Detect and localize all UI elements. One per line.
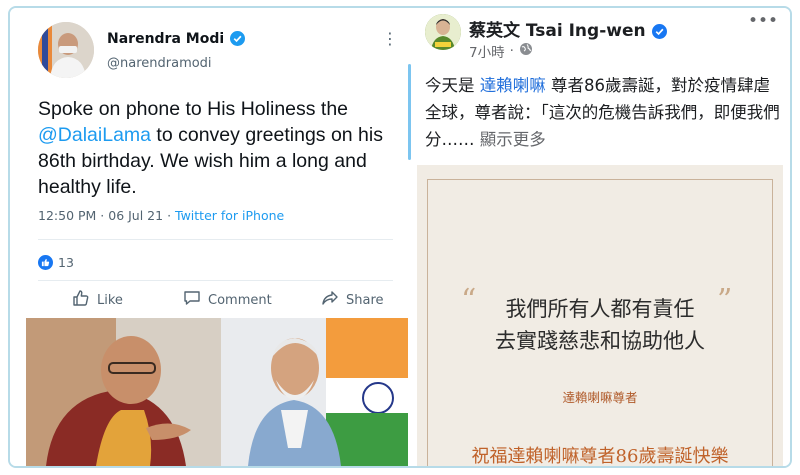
quote-author: 達賴喇嘛尊者 (562, 390, 638, 405)
post-image-card[interactable]: “ ” 我們所有人都有責任 去實踐慈悲和協助他人 達賴喇嘛尊者 祝福達賴喇嘛尊者… (417, 165, 783, 466)
see-more-link[interactable]: 顯示更多 (475, 130, 546, 149)
comment-label: Comment (208, 292, 272, 308)
like-label: Like (97, 292, 123, 308)
birthday-greeting: 祝福達賴喇嘛尊者86歲壽誕快樂 (471, 446, 729, 467)
tweet-timestamp[interactable]: 12:50 PM · 06 Jul 21 (38, 208, 163, 223)
like-count-value: 13 (58, 255, 74, 270)
tweet-photo[interactable] (26, 318, 408, 466)
tweet-meta: 12:50 PM · 06 Jul 21 · Twitter for iPhon… (38, 208, 284, 223)
tweet-source[interactable]: Twitter for iPhone (175, 208, 284, 223)
thumbs-up-outline-icon (72, 289, 90, 311)
more-options-icon[interactable]: ••• (748, 11, 778, 31)
tweet-text-start: Spoke on phone to His Holiness the (38, 98, 349, 120)
post-text-start: 今天是 (425, 76, 480, 95)
globe-icon[interactable] (519, 42, 533, 60)
comment-button[interactable]: Comment (183, 289, 272, 311)
post-author-name[interactable]: 蔡英文 Tsai Ing-wen (469, 16, 667, 44)
thumbs-up-icon (38, 255, 53, 270)
tweet-author-handle[interactable]: @narendramodi (107, 56, 212, 71)
comment-icon (183, 289, 201, 311)
avatar[interactable] (425, 14, 461, 50)
tweet-text: Spoke on phone to His Holiness the @Dala… (38, 96, 400, 200)
share-label: Share (346, 292, 384, 308)
author-name-text[interactable]: Narendra Modi (107, 31, 224, 47)
time-separator: · (509, 43, 514, 59)
more-options-icon[interactable]: ⋮ (382, 31, 398, 47)
mention-link[interactable]: @DalaiLama (38, 124, 151, 146)
quote-line-1: 我們所有人都有責任 (505, 297, 695, 321)
avatar[interactable] (38, 22, 94, 78)
meta-separator: · (163, 208, 176, 223)
author-name-text[interactable]: 蔡英文 Tsai Ing-wen (469, 21, 646, 41)
verified-icon (651, 24, 667, 44)
divider (38, 280, 393, 281)
post-text: 今天是 達賴喇嘛 尊者86歲壽誕，對於疫情肆虐全球，尊者說：「這次的危機告訴我們… (425, 72, 785, 153)
divider (38, 239, 393, 240)
share-icon (321, 289, 339, 311)
post-timestamp[interactable]: 7小時 (469, 41, 505, 61)
tweet-card: Narendra Modi @narendramodi ⋮ Spoke on p… (10, 8, 411, 466)
facebook-post: 蔡英文 Tsai Ing-wen 7小時 · ••• 今天是 達賴喇嘛 尊者86… (411, 8, 790, 466)
screenshot-frame: Narendra Modi @narendramodi ⋮ Spoke on p… (8, 6, 792, 468)
verified-icon (230, 31, 246, 50)
tweet-author-name[interactable]: Narendra Modi (107, 31, 246, 50)
share-button[interactable]: Share (321, 289, 384, 311)
hashtag-link[interactable]: 達賴喇嘛 (480, 76, 546, 95)
post-time: 7小時 · (469, 41, 533, 61)
like-count[interactable]: 13 (38, 255, 74, 270)
like-button[interactable]: Like (72, 289, 123, 311)
quote-line-2: 去實踐慈悲和協助他人 (495, 329, 705, 353)
